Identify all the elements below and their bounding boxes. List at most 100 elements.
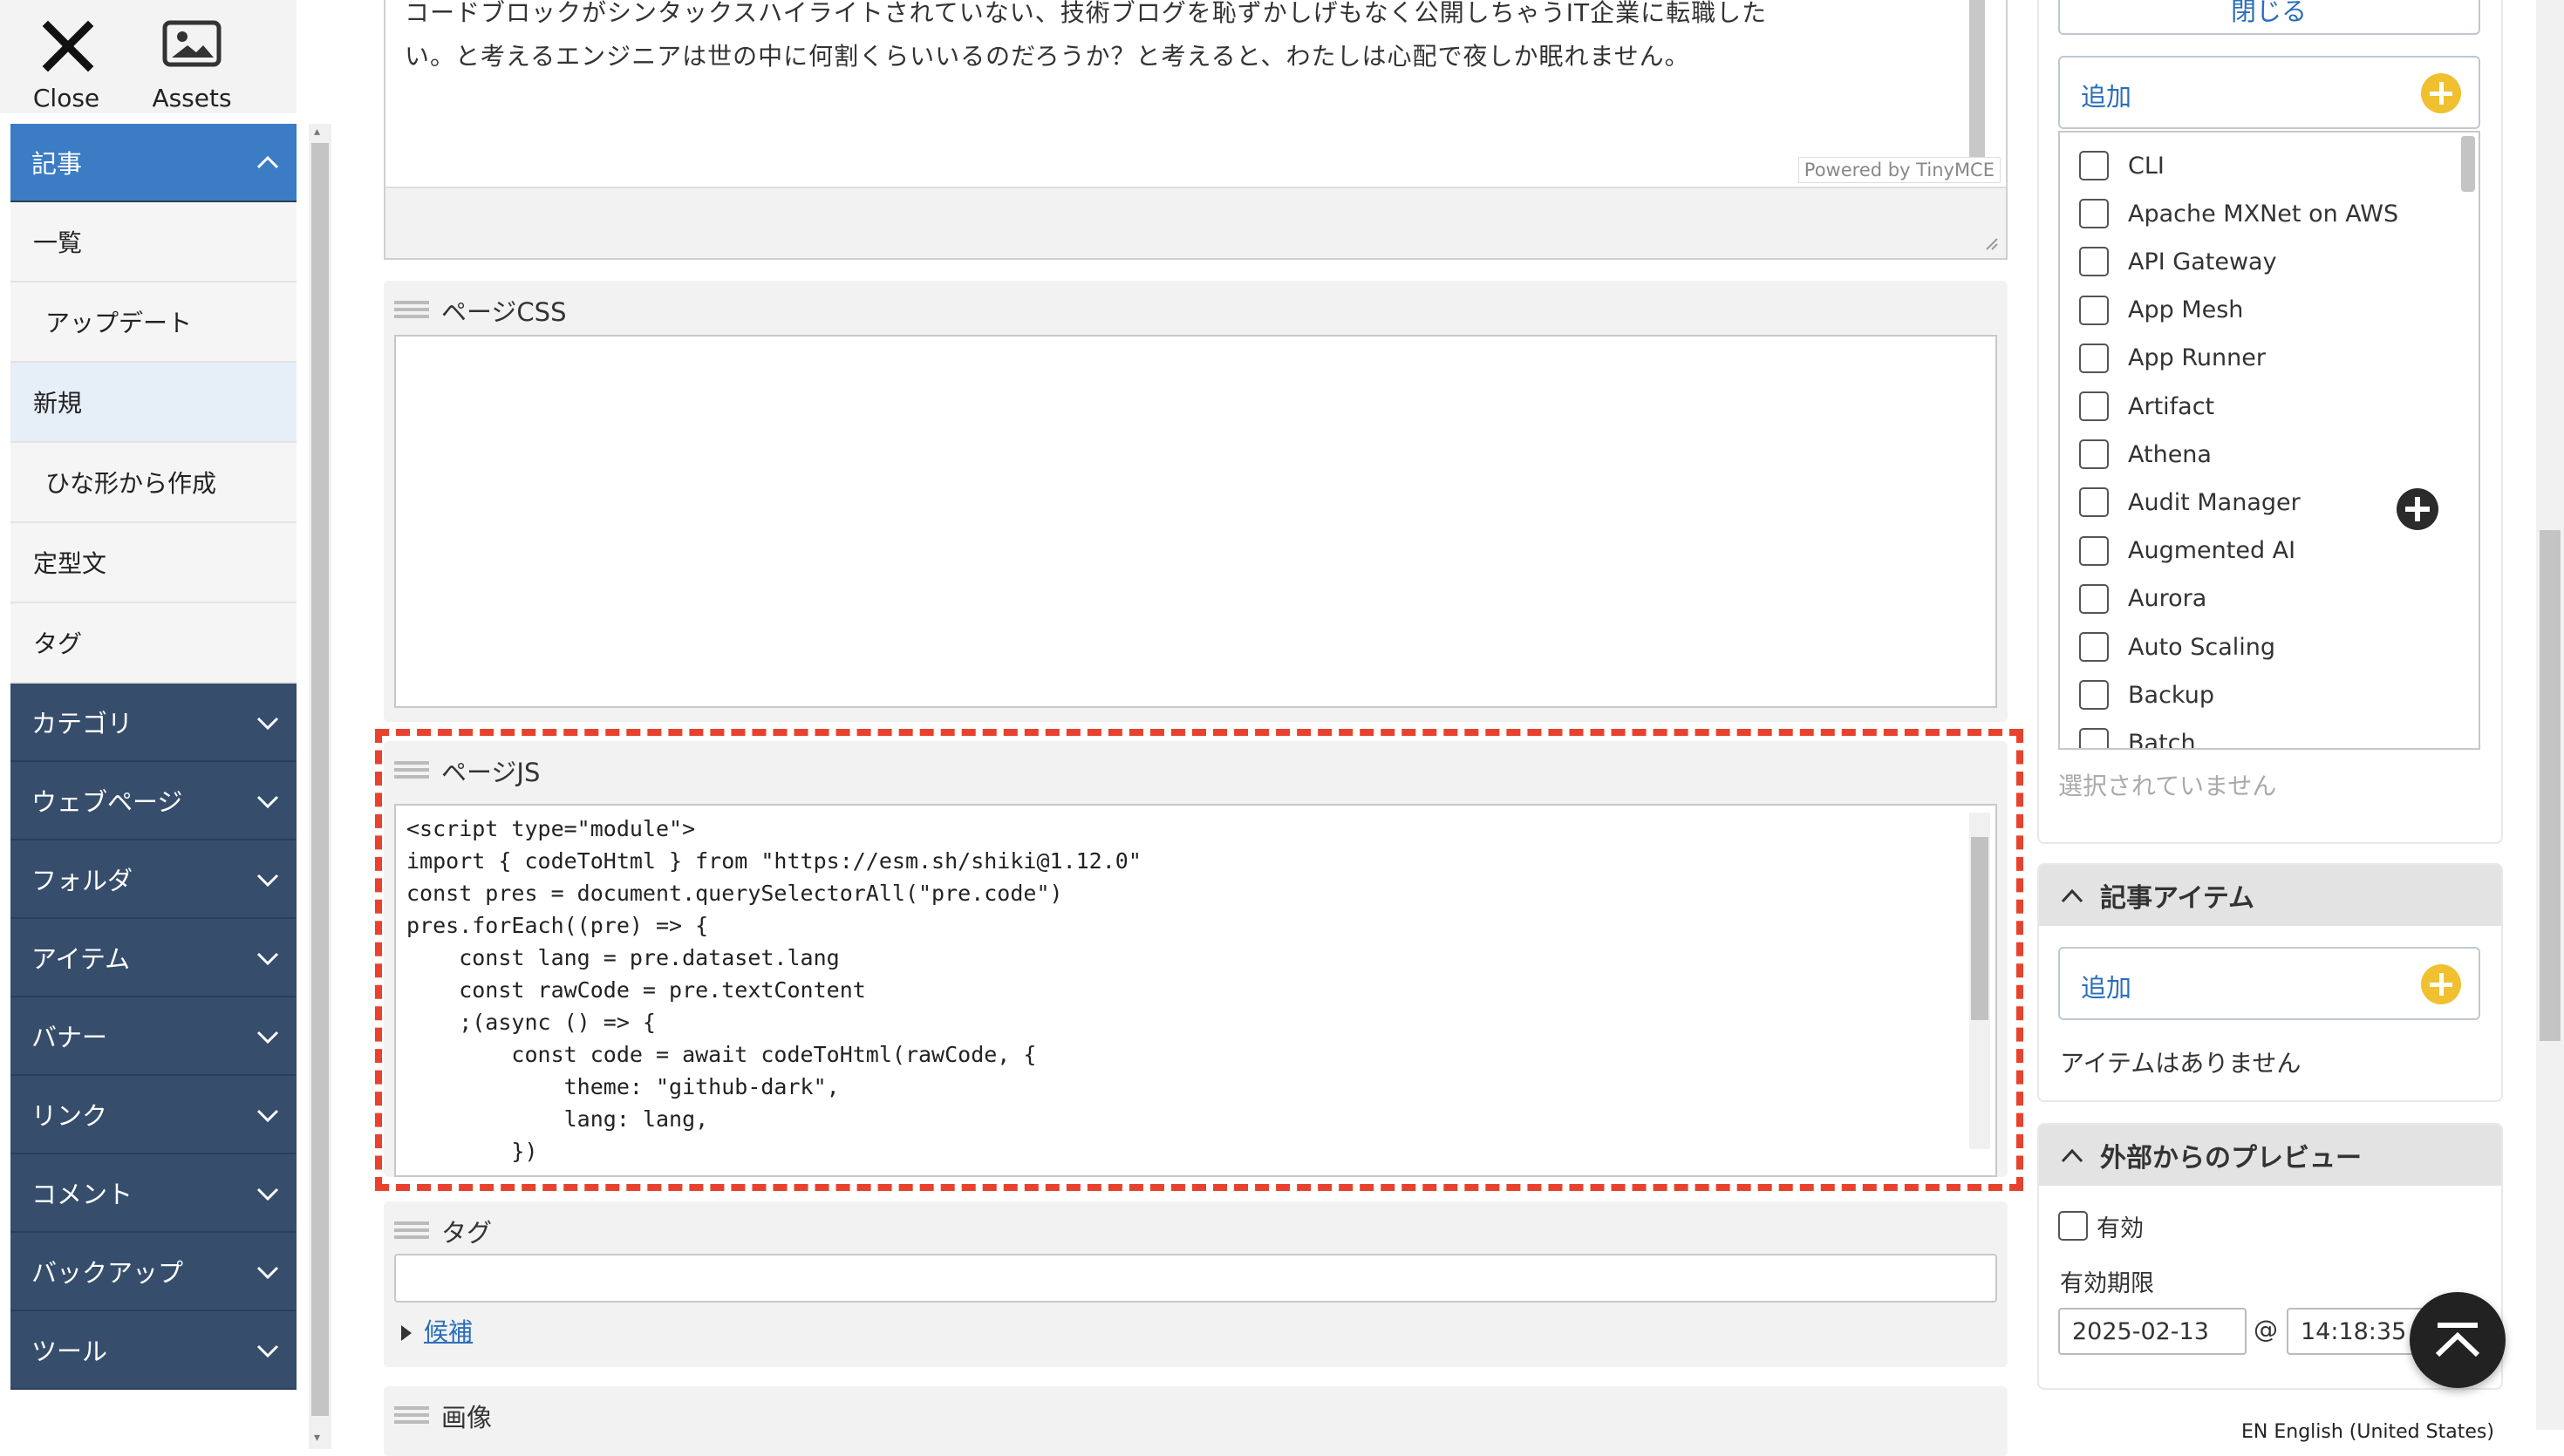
category-option[interactable]: App Runner [2079,341,2266,376]
scroll-down-icon[interactable]: ▾ [314,1432,326,1444]
category-option[interactable]: Augmented AI [2079,534,2295,568]
sidebar-item-tags[interactable]: タグ [10,603,297,684]
scroll-to-top-button[interactable] [2410,1292,2506,1388]
category-option[interactable]: App Mesh [2079,293,2243,328]
sidebar-section-label: コメント [31,1180,133,1209]
sidebar-section-label: ツール [31,1337,108,1366]
category-label: Auto Scaling [2128,633,2276,661]
assets-button[interactable]: Assets [131,12,253,112]
category-option[interactable]: Batch [2079,725,2196,750]
assets-label: Assets [152,84,232,112]
page-css-textarea[interactable] [394,335,1997,708]
rich-text-editor[interactable]: コードブロックがシンタックスハイライトされていない、技術ブログを恥ずかしげもなく… [384,0,2008,260]
checkbox[interactable] [2079,535,2109,566]
category-label: App Runner [2128,344,2266,372]
language-indicator[interactable]: EN English (United States) [2241,1421,2494,1443]
category-label: Backup [2128,681,2214,709]
category-label: Batch [2128,729,2196,750]
article-items-header[interactable]: 記事アイテム [2039,865,2501,926]
editor-scrollbar[interactable] [1969,0,1985,160]
sidebar: 記事 一覧 アップデート 新規 ひな形から作成 定型文 タグ カテゴリ ウェブペ… [10,124,297,1390]
chevron-down-icon [256,717,279,731]
image-label: 画像 [441,1403,493,1432]
sidebar-section-label: カテゴリ [31,709,133,738]
arrow-up-to-top-icon [2435,1323,2480,1357]
checkbox[interactable] [2079,439,2109,470]
sidebar-item-new[interactable]: 新規 [10,363,297,443]
list-scrollbar[interactable] [2461,136,2475,192]
external-preview-header[interactable]: 外部からのプレビュー [2039,1125,2501,1186]
drag-handle-icon[interactable] [394,1218,429,1244]
editor-body[interactable]: コードブロックがシンタックスハイライトされていない、技術ブログを恥ずかしげもなく… [405,0,1957,78]
sidebar-section-label: フォルダ [31,866,133,895]
checkbox[interactable] [2079,295,2109,325]
category-option[interactable]: Auto Scaling [2079,629,2275,664]
category-option[interactable]: API Gateway [2079,244,2277,279]
at-sign: @ [2254,1315,2278,1344]
chevron-down-icon [256,1266,279,1280]
scrollbar-thumb[interactable] [311,143,329,1416]
category-option[interactable]: Apache MXNet on AWS [2079,196,2398,231]
close-label: Close [32,84,100,112]
sidebar-section-tools[interactable]: ツール [10,1311,297,1390]
tag-input[interactable] [394,1254,1997,1303]
checkbox[interactable] [2079,583,2109,614]
category-label: Augmented AI [2128,537,2296,565]
sidebar-section-items[interactable]: アイテム [10,919,297,997]
expiry-date-input[interactable]: 2025-02-13 [2058,1308,2247,1355]
category-option[interactable]: Aurora [2079,582,2206,616]
collapse-button[interactable]: 閉じる [2058,0,2480,35]
sidebar-section-webpages[interactable]: ウェブページ [10,762,297,840]
category-option[interactable]: Artifact [2079,389,2214,424]
sidebar-section-links[interactable]: リンク [10,1076,297,1154]
checkbox[interactable] [2079,391,2109,421]
add-category-button[interactable]: 追加 [2058,56,2480,129]
candidates-toggle[interactable]: 候補 [401,1313,473,1348]
sidebar-scrollbar[interactable]: ▴ ▾ [309,124,331,1449]
sidebar-section-label: リンク [31,1101,108,1131]
category-option[interactable]: CLI [2079,148,2165,183]
add-label: 追加 [2081,82,2132,112]
add-circle-icon[interactable] [2397,488,2438,530]
checkbox[interactable] [2079,728,2109,748]
sidebar-item-boilerplate[interactable]: 定型文 [10,523,297,603]
sidebar-section-banners[interactable]: バナー [10,997,297,1076]
checkbox[interactable] [2079,343,2109,373]
drag-handle-icon[interactable] [394,1403,429,1429]
category-option[interactable]: Athena [2079,437,2212,472]
close-icon [42,20,94,72]
drag-handle-icon[interactable] [394,297,429,323]
sidebar-section-label: バックアップ [31,1258,184,1288]
checkbox[interactable] [2079,247,2109,277]
checkbox[interactable] [2058,1211,2088,1241]
category-list[interactable]: CLI Apache MXNet on AWS API Gateway App Mes… [2058,131,2480,750]
checkbox[interactable] [2079,680,2109,711]
highlight-box [375,729,2023,1191]
scrollbar-thumb[interactable] [2540,530,2561,1041]
sidebar-item-from-template[interactable]: ひな形から作成 [10,443,297,523]
add-item-button[interactable]: 追加 [2058,947,2480,1020]
category-option[interactable]: Backup [2079,677,2214,712]
scroll-up-icon[interactable]: ▴ [314,126,326,138]
chevron-down-icon [256,795,279,809]
category-label: App Mesh [2128,296,2244,324]
panel-header: タグ [394,1214,492,1248]
chevron-down-icon [256,952,279,966]
checkbox[interactable] [2079,632,2109,662]
checkbox[interactable] [2079,487,2109,518]
checkbox[interactable] [2079,199,2109,229]
sidebar-item-update[interactable]: アップデート [10,282,297,363]
resize-handle-icon[interactable] [1981,234,1999,251]
sidebar-section-folders[interactable]: フォルダ [10,840,297,919]
checkbox[interactable] [2079,151,2109,180]
page-scrollbar[interactable] [2536,0,2564,1430]
close-button[interactable]: Close [5,12,127,112]
sidebar-section-comments[interactable]: コメント [10,1154,297,1233]
sidebar-item-list[interactable]: 一覧 [10,202,297,282]
powered-by-label: Powered by TinyMCE [1797,157,2001,183]
sidebar-section-articles[interactable]: 記事 [10,124,297,202]
sidebar-section-backup[interactable]: バックアップ [10,1233,297,1311]
sidebar-section-categories[interactable]: カテゴリ [10,684,297,762]
category-option[interactable]: Audit Manager [2079,485,2301,520]
enabled-checkbox[interactable]: 有効 [2058,1208,2144,1243]
